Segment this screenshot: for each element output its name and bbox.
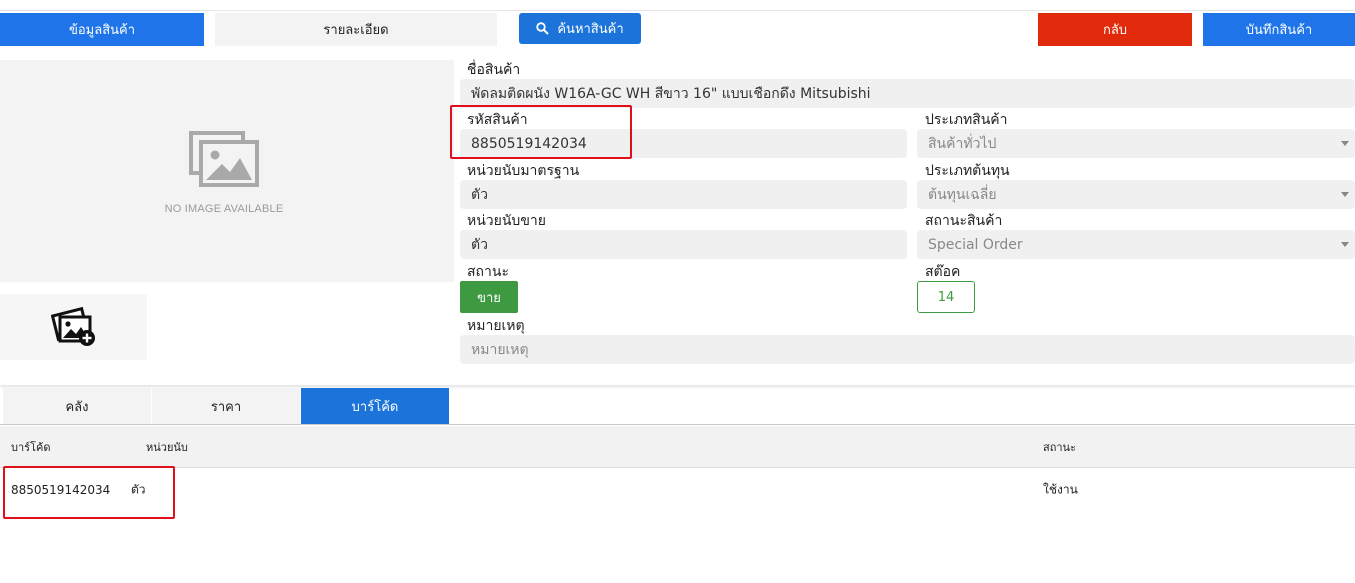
no-image-text: NO IMAGE AVAILABLE (164, 203, 284, 215)
sale-unit-field[interactable]: ตัว (460, 230, 907, 259)
product-code-highlight (450, 105, 632, 159)
detail-button[interactable]: รายละเอียด (215, 13, 497, 46)
tab-barcode[interactable]: บาร์โค้ด (301, 388, 449, 424)
stock-label: สต๊อค (925, 264, 961, 280)
status-label: สถานะ (467, 264, 509, 280)
barcode-row-highlight (3, 466, 175, 519)
search-icon (536, 22, 550, 35)
tab-price[interactable]: ราคา (152, 388, 300, 424)
product-info-button[interactable]: ข้อมูลสินค้า (0, 13, 204, 46)
note-field[interactable]: หมายเหตุ (460, 335, 1355, 364)
search-product-label: ค้นหาสินค้า (557, 22, 624, 37)
cost-type-value: ต้นทุนเฉลี่ย (928, 186, 997, 203)
row-status: ใช้งาน (1043, 482, 1078, 497)
header-unit: หน่วยนับ (146, 440, 188, 454)
add-image-icon (50, 306, 95, 346)
add-image-button[interactable] (0, 294, 147, 360)
barcode-table-header: บาร์โค้ด หน่วยนับ สถานะ (0, 426, 1355, 468)
product-type-select[interactable]: สินค้าทั่วไป (917, 129, 1355, 158)
save-product-button[interactable]: บันทึกสินค้า (1203, 13, 1355, 46)
cost-type-label: ประเภทต้นทุน (925, 163, 1010, 179)
sale-unit-label: หน่วยนับขาย (467, 213, 546, 229)
detail-tabs: คลัง ราคา บาร์โค้ด (0, 388, 1355, 425)
search-product-button[interactable]: ค้นหาสินค้า (519, 13, 641, 44)
stock-count-badge: 14 (917, 281, 975, 313)
cost-type-select[interactable]: ต้นทุนเฉลี่ย (917, 180, 1355, 209)
chevron-down-icon (1341, 242, 1349, 247)
table-row[interactable]: 8850519142034 ตัว ใช้งาน (0, 469, 1355, 511)
product-type-value: สินค้าทั่วไป (928, 135, 997, 152)
tab-warehouse[interactable]: คลัง (3, 388, 151, 424)
product-name-field[interactable]: พัดลมติดผนัง W16A-GC WH สีขาว 16" แบบเชื… (460, 79, 1355, 108)
standard-unit-field[interactable]: ตัว (460, 180, 907, 209)
product-type-label: ประเภทสินค้า (925, 112, 1008, 128)
top-divider (0, 10, 1355, 11)
header-status: สถานะ (1043, 440, 1076, 454)
note-label: หมายเหตุ (467, 318, 525, 334)
product-status-label: สถานะสินค้า (925, 213, 1003, 229)
product-image-placeholder: NO IMAGE AVAILABLE (0, 60, 454, 282)
header-barcode: บาร์โค้ด (11, 440, 51, 454)
chevron-down-icon (1341, 141, 1349, 146)
back-button[interactable]: กลับ (1038, 13, 1192, 46)
product-status-select[interactable]: Special Order (917, 230, 1355, 259)
chevron-down-icon (1341, 192, 1349, 197)
standard-unit-label: หน่วยนับมาตรฐาน (467, 163, 580, 179)
product-status-value: Special Order (928, 236, 1023, 253)
status-sale-button[interactable]: ขาย (460, 281, 518, 313)
no-image-icon (189, 131, 259, 187)
product-name-label: ชื่อสินค้า (467, 62, 521, 78)
